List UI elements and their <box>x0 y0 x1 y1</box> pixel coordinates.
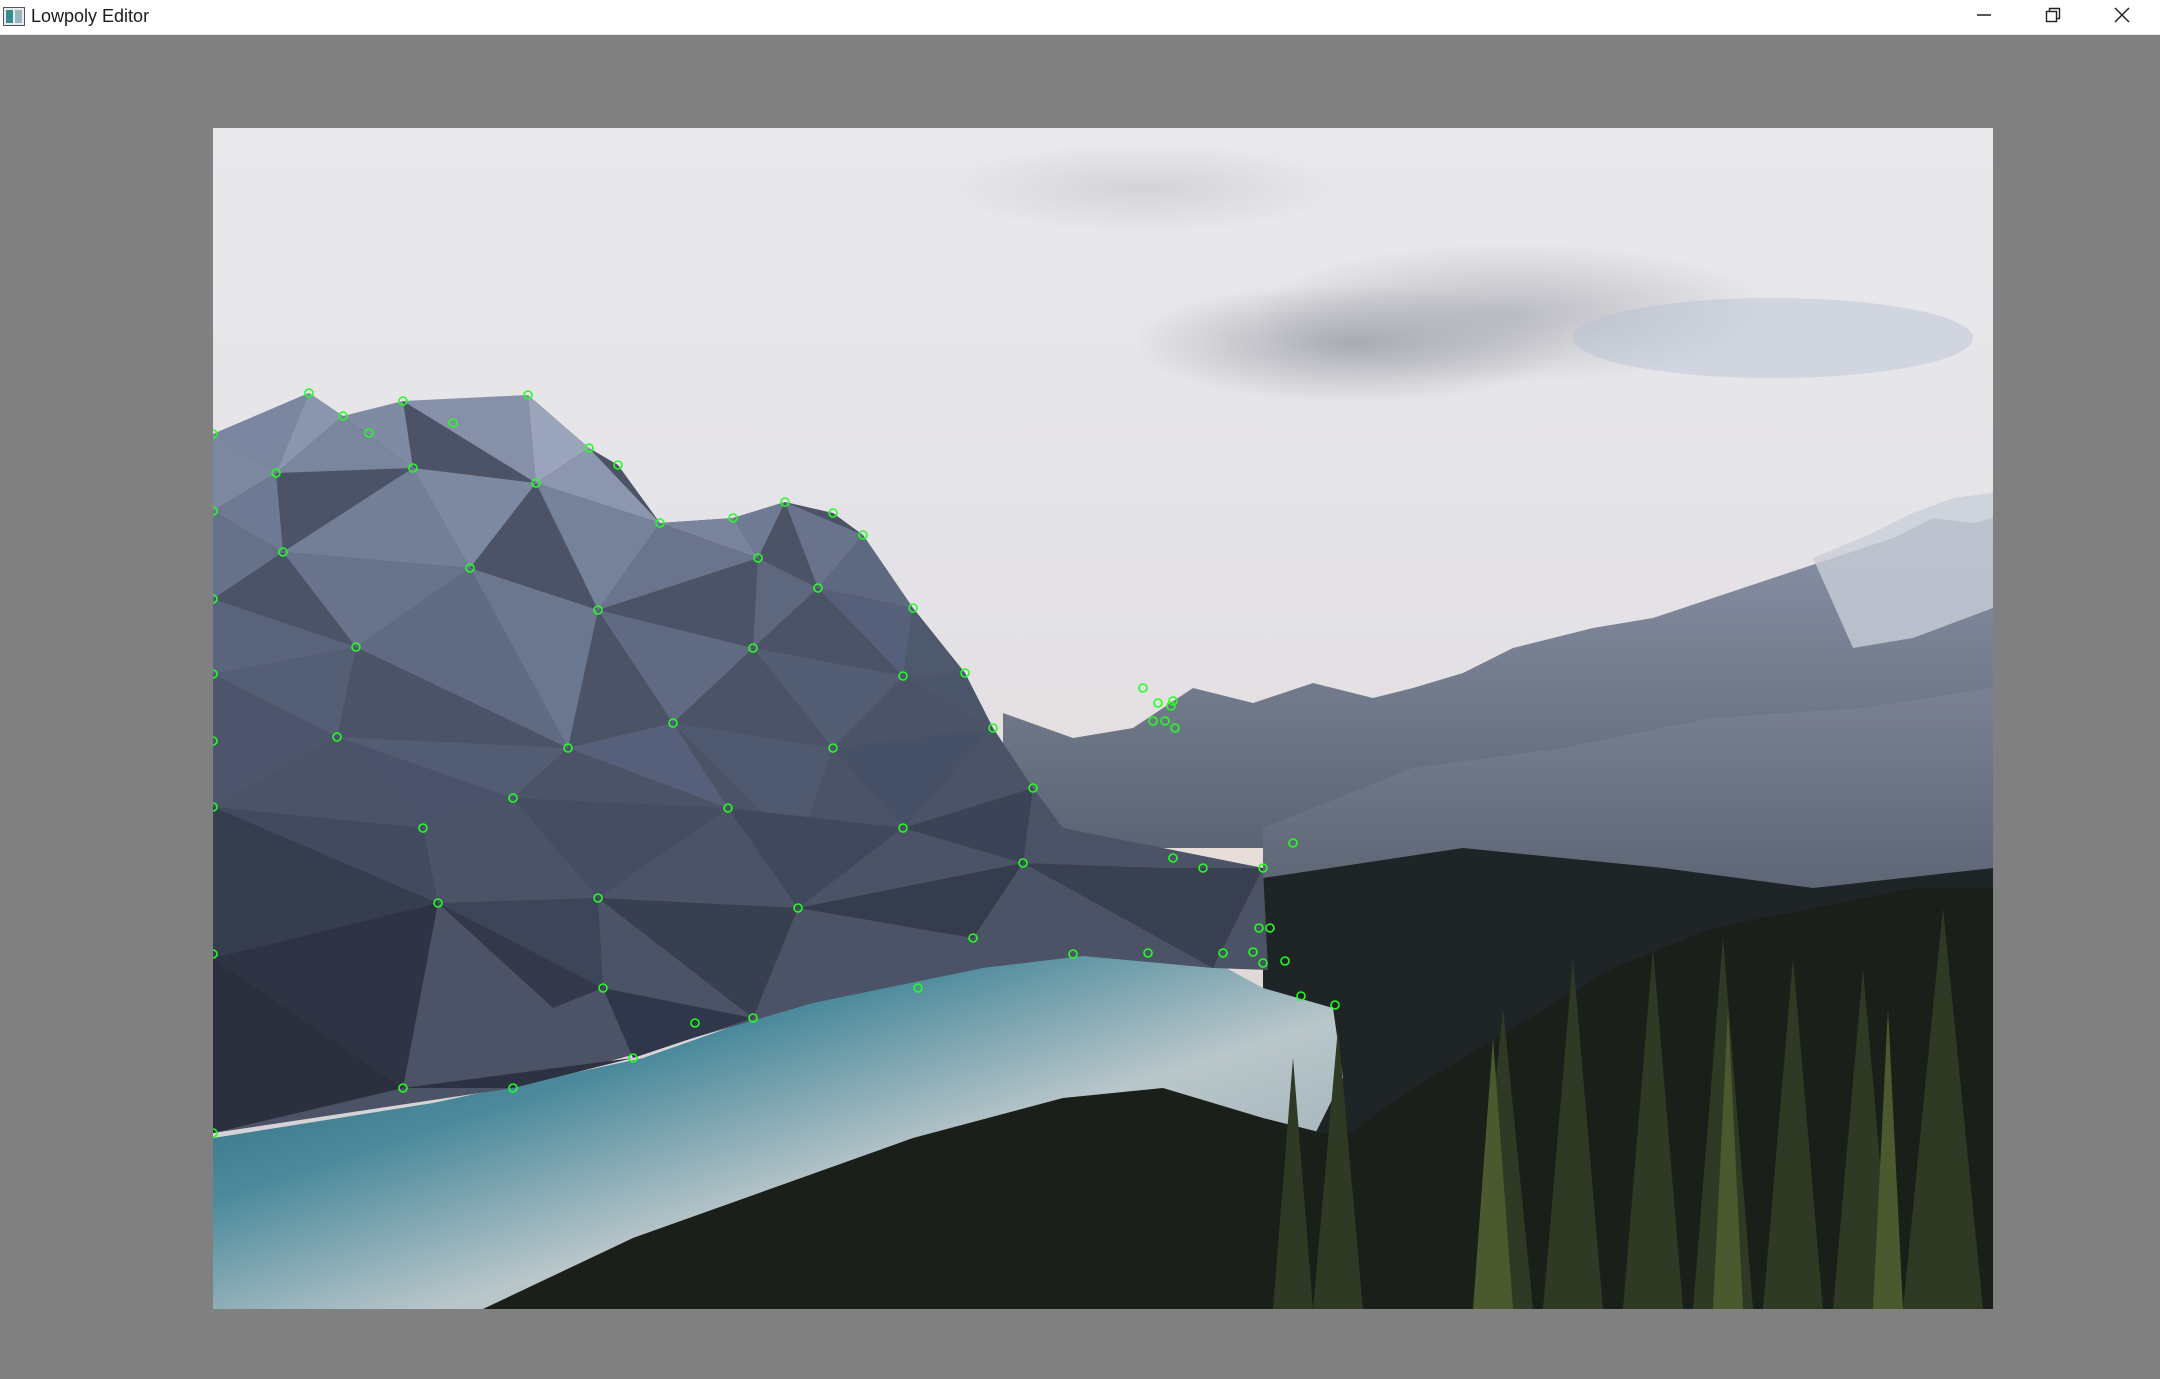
minimize-icon <box>1975 6 1993 28</box>
restore-button[interactable] <box>2019 0 2087 34</box>
close-button[interactable] <box>2088 0 2156 34</box>
window-title-bar[interactable]: Lowpoly Editor <box>0 0 2160 35</box>
minimize-button[interactable] <box>1950 0 2018 34</box>
close-icon <box>2113 6 2131 28</box>
lowpoly-app-icon <box>3 7 25 26</box>
editor-image-canvas[interactable] <box>213 128 1993 1309</box>
landscape-image <box>213 128 1993 1309</box>
window-title: Lowpoly Editor <box>31 6 150 26</box>
restore-icon <box>2044 6 2062 28</box>
